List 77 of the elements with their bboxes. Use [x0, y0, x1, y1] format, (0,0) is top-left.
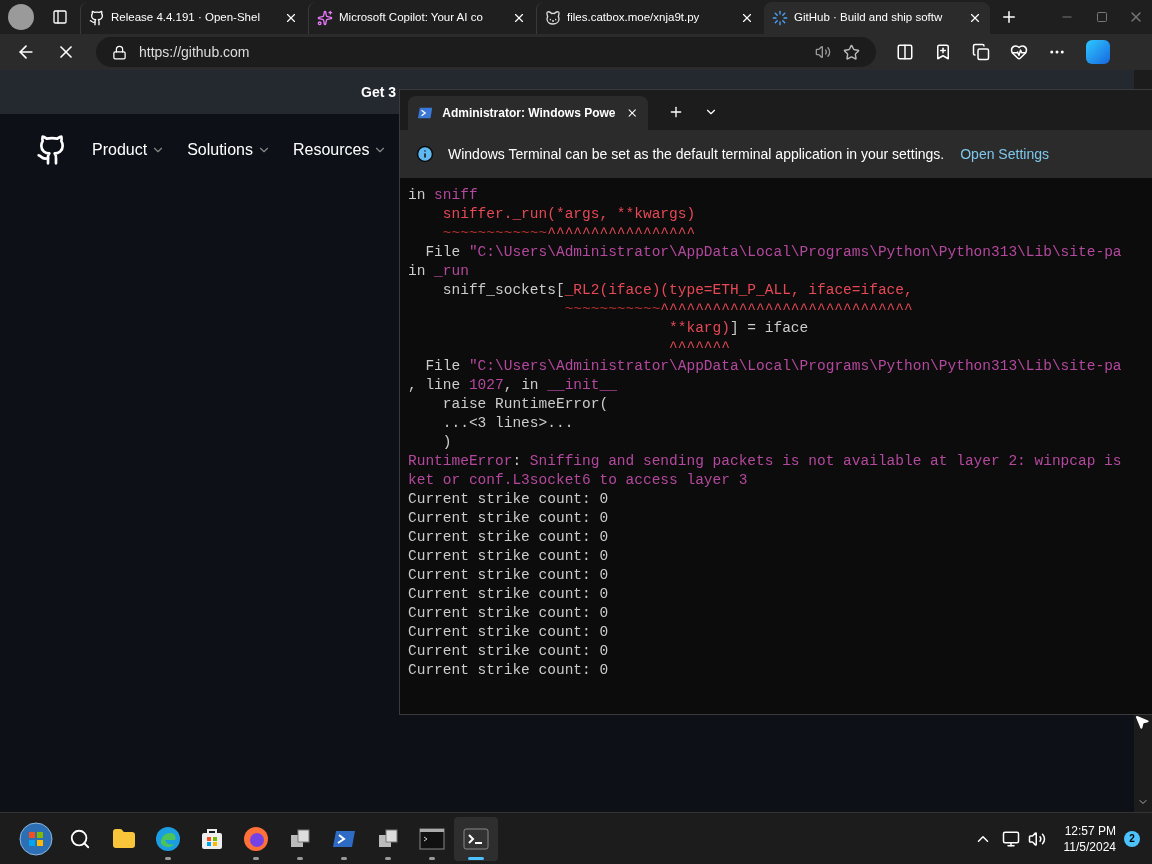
cat-icon	[545, 10, 561, 26]
tab-title: Microsoft Copilot: Your AI co	[339, 10, 484, 26]
favorites-icon[interactable]	[934, 43, 952, 61]
terminal-line: Current strike count: 0	[408, 642, 609, 661]
terminal-tab[interactable]: Administrator: Windows Powe	[408, 96, 648, 130]
sparkle-icon	[317, 10, 333, 26]
read-aloud-icon[interactable]	[815, 44, 831, 60]
close-icon[interactable]	[968, 11, 982, 25]
volume-icon[interactable]	[1027, 829, 1046, 848]
console-icon	[419, 827, 445, 850]
browser-tab[interactable]: GitHub · Build and ship softw	[764, 2, 990, 34]
maximize-icon[interactable]	[1096, 11, 1108, 23]
terminal-line: Current strike count: 0	[408, 566, 609, 585]
open-settings-link[interactable]: Open Settings	[960, 143, 1049, 165]
terminal-line: Current strike count: 0	[408, 585, 609, 604]
start-orb-icon	[19, 821, 53, 856]
tab-title: GitHub · Build and ship softw	[794, 10, 944, 26]
nav-menu[interactable]: Solutions	[187, 138, 271, 162]
url-text: https://github.com	[139, 42, 251, 62]
clock[interactable]: 12:57 PM 11/5/2024	[1063, 822, 1116, 855]
close-icon[interactable]	[512, 11, 526, 25]
heart-icon[interactable]	[1010, 43, 1028, 61]
wave-logo-icon	[155, 825, 181, 852]
terminal-line: Current strike count: 0	[408, 490, 609, 509]
terminal-line: sniffer._run(*args, **kwargs)	[441, 205, 696, 224]
prompt-icon	[418, 106, 433, 120]
tab-title: Release 4.4.191 · Open-Shel	[111, 10, 261, 26]
terminal-line: File "C:\Users\Administrator\AppData\Local\Programs\Python\Python313\Lib\site-pa	[424, 357, 1122, 376]
terminal-line: Current strike count: 0	[408, 547, 609, 566]
terminal-line: Current strike count: 0	[408, 604, 609, 623]
nav-menu[interactable]: Resources	[292, 138, 388, 162]
nav-menu[interactable]: Product	[92, 138, 166, 162]
new-tab-icon[interactable]	[1000, 8, 1018, 26]
terminal-line: ^^^^^^^	[668, 338, 730, 357]
bag-icon	[200, 826, 224, 851]
favorite-icon[interactable]	[843, 43, 860, 61]
close-icon[interactable]	[284, 11, 298, 25]
terminal-line: Current strike count: 0	[408, 528, 609, 547]
copilot-logo-icon[interactable]	[1086, 40, 1110, 64]
folder-icon	[112, 826, 136, 851]
github-icon	[89, 10, 105, 26]
terminal-line: , line 1027, in __init__	[408, 376, 617, 395]
lock-icon	[112, 44, 127, 60]
search-icon	[69, 827, 91, 850]
notification-badge[interactable]: 2	[1124, 830, 1140, 847]
terminal-icon	[463, 827, 489, 850]
terminal-line: in sniff	[408, 186, 478, 205]
split-screen-icon[interactable]	[896, 43, 914, 61]
terminal-line: Current strike count: 0	[408, 509, 609, 528]
terminal-line: **karg)] = iface	[668, 319, 809, 338]
network-icon[interactable]	[1001, 829, 1020, 848]
terminal-line: File "C:\Users\Administrator\AppData\Local\Programs\Python\Python313\Lib\site-pa	[424, 243, 1122, 262]
terminal-line: RuntimeError: Sniffing and sending packets is not available at layer 2: winpcap is	[408, 452, 1122, 471]
new-tab-icon[interactable]	[668, 104, 684, 120]
banner-text: Get 3	[361, 82, 396, 102]
fox-globe-icon	[243, 825, 269, 852]
terminal-line: Current strike count: 0	[408, 623, 609, 642]
terminal-line: ~~~~~~~~~~~~^^^^^^^^^^^^^^^^^	[441, 224, 696, 243]
address-field[interactable]: https://github.com	[96, 37, 876, 67]
tab-actions-icon	[52, 9, 68, 25]
terminal-line: raise RuntimeError(	[441, 395, 609, 414]
terminal-line: ket or conf.L3socket6 to access layer 3	[408, 471, 748, 490]
mouse-pointer-icon	[1134, 714, 1150, 730]
terminal-line: Current strike count: 0	[408, 661, 609, 680]
info-icon	[416, 145, 434, 163]
loading-icon	[772, 10, 788, 26]
terminal-line: ~~~~~~~~~~~^^^^^^^^^^^^^^^^^^^^^^^^^^^^^	[563, 300, 913, 319]
collections-icon[interactable]	[972, 43, 990, 61]
terminal-line: sniff_sockets[_RL2(iface)(type=ETH_P_ALL, iface=iface,	[441, 281, 913, 300]
tab-title: files.catbox.moe/xnja9t.py	[567, 10, 701, 26]
terminal-line: ...<3 lines>...	[441, 414, 574, 433]
taskbar-app[interactable]	[454, 816, 498, 861]
close-icon[interactable]	[740, 11, 754, 25]
terminal-line: in _run	[408, 262, 469, 281]
notice-text: Windows Terminal can be set as the default terminal application in your settings.	[448, 144, 945, 164]
profile-avatar[interactable]	[8, 4, 34, 30]
terminal-line: )	[441, 433, 452, 452]
